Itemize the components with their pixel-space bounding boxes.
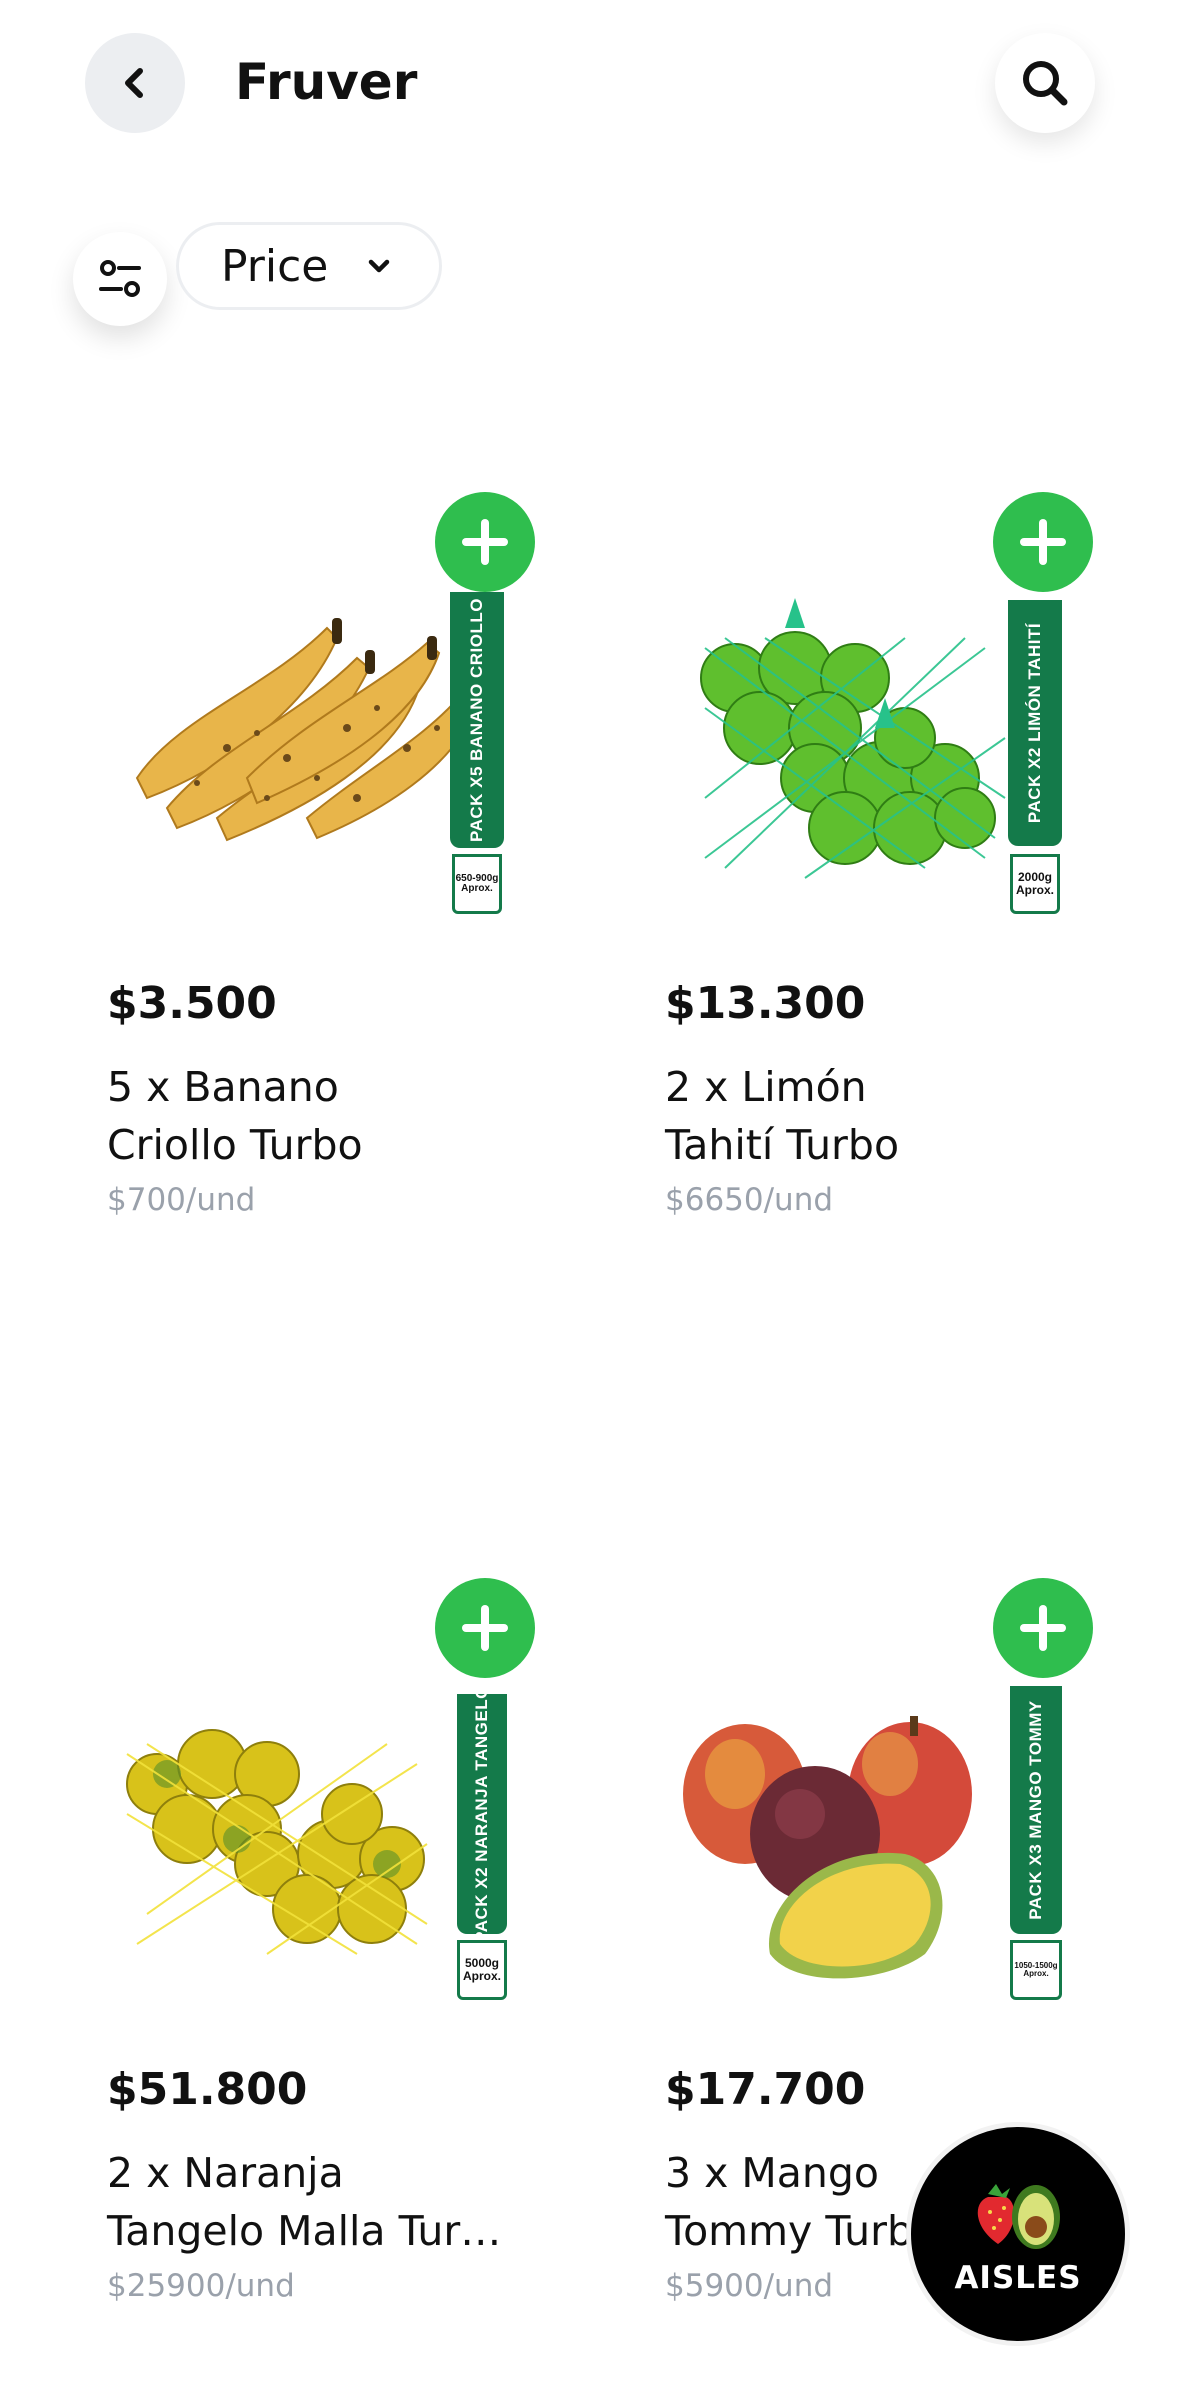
product-name-line2: Criollo Turbo xyxy=(107,1121,363,1169)
pack-label-band: PACK X3 MANGO TOMMY xyxy=(1010,1686,1062,1934)
product-price: $3.500 xyxy=(107,978,277,1029)
plus-icon xyxy=(462,1605,508,1651)
product-name-line1: 2 x Naranja xyxy=(107,2149,344,2197)
sliders-icon xyxy=(99,260,141,297)
product-price: $13.300 xyxy=(665,978,866,1029)
plus-icon xyxy=(1020,519,1066,565)
product-name-line1: 2 x Limón xyxy=(665,1063,867,1111)
product-name-line2: Tommy Turbo xyxy=(665,2207,939,2255)
product-name-line1: 5 x Banano xyxy=(107,1063,339,1111)
filter-button[interactable] xyxy=(73,232,167,326)
weight-badge: 1050-1500g Aprox. xyxy=(1010,1940,1062,2000)
plus-icon xyxy=(1020,1605,1066,1651)
chevron-down-icon xyxy=(369,259,390,273)
sort-label: Price xyxy=(221,240,329,292)
pack-label: PACK X3 MANGO TOMMY xyxy=(1026,1700,1045,1920)
product-name-line1: 3 x Mango xyxy=(665,2149,880,2197)
product-card[interactable]: PACK X2 NARANJA TANGELO 5000g Aprox. $51… xyxy=(107,1564,567,2324)
unit-price: $25900/und xyxy=(107,2268,295,2304)
search-button[interactable] xyxy=(995,33,1095,133)
unit-price: $6650/und xyxy=(665,1182,834,1218)
product-name-line2: Tangelo Malla Tur… xyxy=(107,2207,502,2255)
sort-price-dropdown[interactable]: Price xyxy=(176,222,442,310)
product-card[interactable]: PACK X2 LIMÓN TAHITÍ 2000g Aprox. $13.30… xyxy=(665,478,1125,1238)
pack-label-band: PACK X5 BANANO CRIOLLO xyxy=(450,592,504,848)
weight-badge: 650-900g Aprox. xyxy=(452,854,502,914)
pack-label: PACK X2 LIMÓN TAHITÍ xyxy=(1025,622,1044,824)
unit-price: $700/und xyxy=(107,1182,256,1218)
unit-price: $5900/und xyxy=(665,2268,834,2304)
product-price: $51.800 xyxy=(107,2064,308,2115)
back-button[interactable] xyxy=(85,33,185,133)
pack-label: PACK X5 BANANO CRIOLLO xyxy=(467,598,487,842)
aisles-button[interactable]: AISLES xyxy=(906,2122,1130,2346)
product-name-line2: Tahití Turbo xyxy=(665,1121,900,1169)
weight-badge: 5000g Aprox. xyxy=(457,1940,507,2000)
add-to-cart-button[interactable] xyxy=(435,492,535,592)
search-icon xyxy=(1023,61,1068,106)
strawberry-avocado-icon xyxy=(977,2184,1060,2249)
pack-label: PACK X2 NARANJA TANGELO xyxy=(472,1685,492,1943)
weight-badge: 2000g Aprox. xyxy=(1010,854,1060,914)
chevron-left-icon xyxy=(125,68,143,98)
pack-label-band: PACK X2 NARANJA TANGELO xyxy=(457,1685,507,1943)
aisles-label: AISLES xyxy=(954,2260,1082,2296)
add-to-cart-button[interactable] xyxy=(435,1578,535,1678)
pack-label-band: PACK X2 LIMÓN TAHITÍ xyxy=(1008,600,1062,846)
product-card[interactable]: PACK X5 BANANO CRIOLLO 650-900g Aprox. $… xyxy=(107,478,567,1238)
add-to-cart-button[interactable] xyxy=(993,1578,1093,1678)
add-to-cart-button[interactable] xyxy=(993,492,1093,592)
product-price: $17.700 xyxy=(665,2064,866,2115)
page-title: Fruver xyxy=(235,53,418,111)
plus-icon xyxy=(462,519,508,565)
